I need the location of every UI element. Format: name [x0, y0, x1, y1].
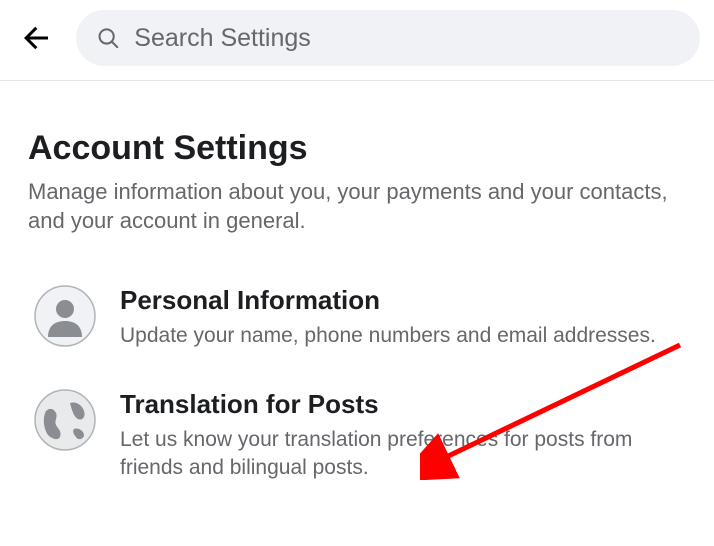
item-title: Personal Information — [120, 285, 686, 316]
settings-item-translation-for-posts[interactable]: Translation for Posts Let us know your t… — [28, 377, 686, 509]
back-button[interactable] — [14, 16, 58, 60]
content-area: Account Settings Manage information abou… — [0, 81, 714, 509]
item-body: Translation for Posts Let us know your t… — [120, 389, 686, 481]
settings-item-personal-information[interactable]: Personal Information Update your name, p… — [28, 273, 686, 377]
item-description: Update your name, phone numbers and emai… — [120, 322, 686, 349]
header-bar — [0, 0, 714, 80]
globe-icon — [34, 389, 96, 451]
page-subtitle: Manage information about you, your payme… — [28, 178, 686, 235]
search-icon — [96, 25, 120, 51]
back-arrow-icon — [18, 20, 54, 56]
item-title: Translation for Posts — [120, 389, 686, 420]
item-body: Personal Information Update your name, p… — [120, 285, 686, 349]
item-description: Let us know your translation preferences… — [120, 426, 686, 481]
search-input[interactable] — [134, 24, 680, 53]
search-bar[interactable] — [76, 10, 700, 66]
person-icon — [34, 285, 96, 347]
page-title: Account Settings — [28, 129, 686, 168]
